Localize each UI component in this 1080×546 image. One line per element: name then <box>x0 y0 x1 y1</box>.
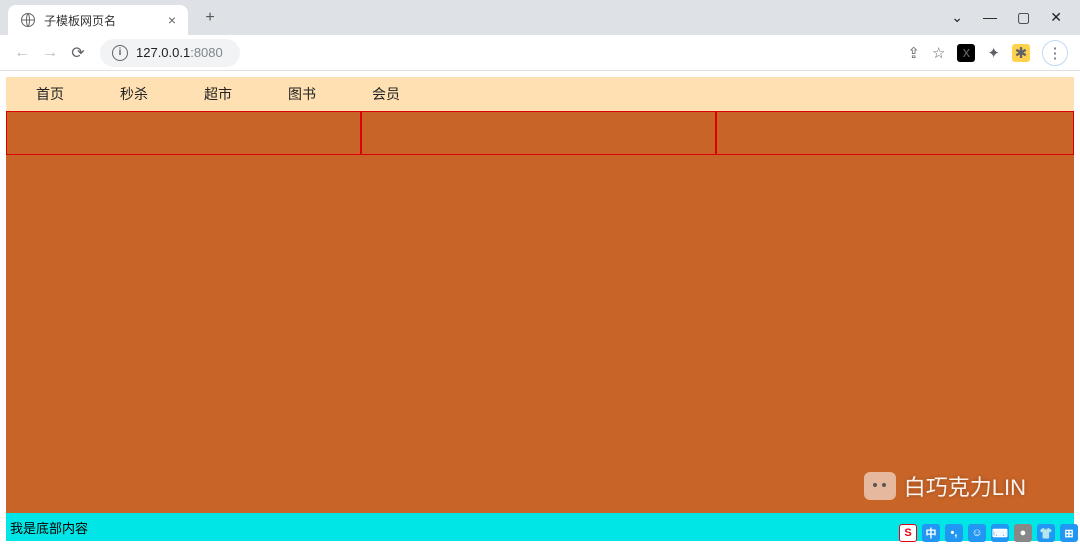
nav-member[interactable]: 会员 <box>372 84 400 104</box>
site-nav: 首页 秒杀 超市 图书 会员 <box>6 77 1074 111</box>
nav-supermarket[interactable]: 超市 <box>204 84 232 104</box>
url-port: :8080 <box>190 45 223 60</box>
tab-title: 子模板网页名 <box>44 12 160 29</box>
page-viewport: 首页 秒杀 超市 图书 会员 我是底部内容 <box>0 71 1080 541</box>
skin-icon[interactable]: 👕 <box>1037 524 1055 542</box>
browser-tab-bar: 子模板网页名 × + ⌄ — ▢ ✕ <box>0 0 1080 35</box>
extension-yellow-icon[interactable]: ✱ <box>1012 44 1030 62</box>
url-host: 127.0.0.1 <box>136 45 190 60</box>
bookmark-icon[interactable]: ☆ <box>932 44 945 62</box>
chrome-menu-icon[interactable]: ⋮ <box>1042 40 1068 66</box>
ime-taskbar: S 中 •, ☺ ⌨ ● 👕 ⊞ <box>899 524 1078 542</box>
window-controls: ⌄ — ▢ ✕ <box>951 9 1072 26</box>
nav-home[interactable]: 首页 <box>36 84 64 104</box>
tools-icon[interactable]: ⊞ <box>1060 524 1078 542</box>
browser-tab[interactable]: 子模板网页名 × <box>8 5 188 35</box>
new-tab-button[interactable]: + <box>200 9 220 27</box>
content-body <box>6 155 1074 513</box>
mic-icon[interactable]: ● <box>1014 524 1032 542</box>
address-bar[interactable]: i 127.0.0.1:8080 <box>100 39 240 67</box>
table-cell <box>361 111 716 155</box>
main-content <box>6 111 1074 513</box>
close-window-icon[interactable]: ✕ <box>1050 9 1062 26</box>
chevron-down-icon[interactable]: ⌄ <box>951 9 963 26</box>
keyboard-icon[interactable]: ⌨ <box>991 524 1009 542</box>
ime-lang-icon[interactable]: 中 <box>922 524 940 542</box>
nav-seckill[interactable]: 秒杀 <box>120 84 148 104</box>
minimize-icon[interactable]: — <box>983 9 997 26</box>
sogou-ime-icon[interactable]: S <box>899 524 917 542</box>
globe-icon <box>20 12 36 28</box>
extensions-icon[interactable]: ✦ <box>987 44 1000 62</box>
ime-punct-icon[interactable]: •, <box>945 524 963 542</box>
browser-toolbar: ← → ⟳ i 127.0.0.1:8080 ⇪ ☆ x ✦ ✱ ⋮ <box>0 35 1080 71</box>
extension-icon[interactable]: x <box>957 44 975 62</box>
share-icon[interactable]: ⇪ <box>907 44 920 62</box>
table-cell <box>6 111 361 155</box>
forward-button[interactable]: → <box>36 39 64 67</box>
toolbar-icons: ⇪ ☆ x ✦ ✱ ⋮ <box>907 40 1072 66</box>
table-row <box>6 111 1074 155</box>
back-button[interactable]: ← <box>8 39 36 67</box>
maximize-icon[interactable]: ▢ <box>1017 9 1030 26</box>
reload-button[interactable]: ⟳ <box>64 39 92 67</box>
footer-text: 我是底部内容 <box>10 518 88 537</box>
info-icon[interactable]: i <box>112 45 128 61</box>
emoji-icon[interactable]: ☺ <box>968 524 986 542</box>
table-cell <box>716 111 1074 155</box>
nav-books[interactable]: 图书 <box>288 84 316 104</box>
close-icon[interactable]: × <box>168 12 176 28</box>
